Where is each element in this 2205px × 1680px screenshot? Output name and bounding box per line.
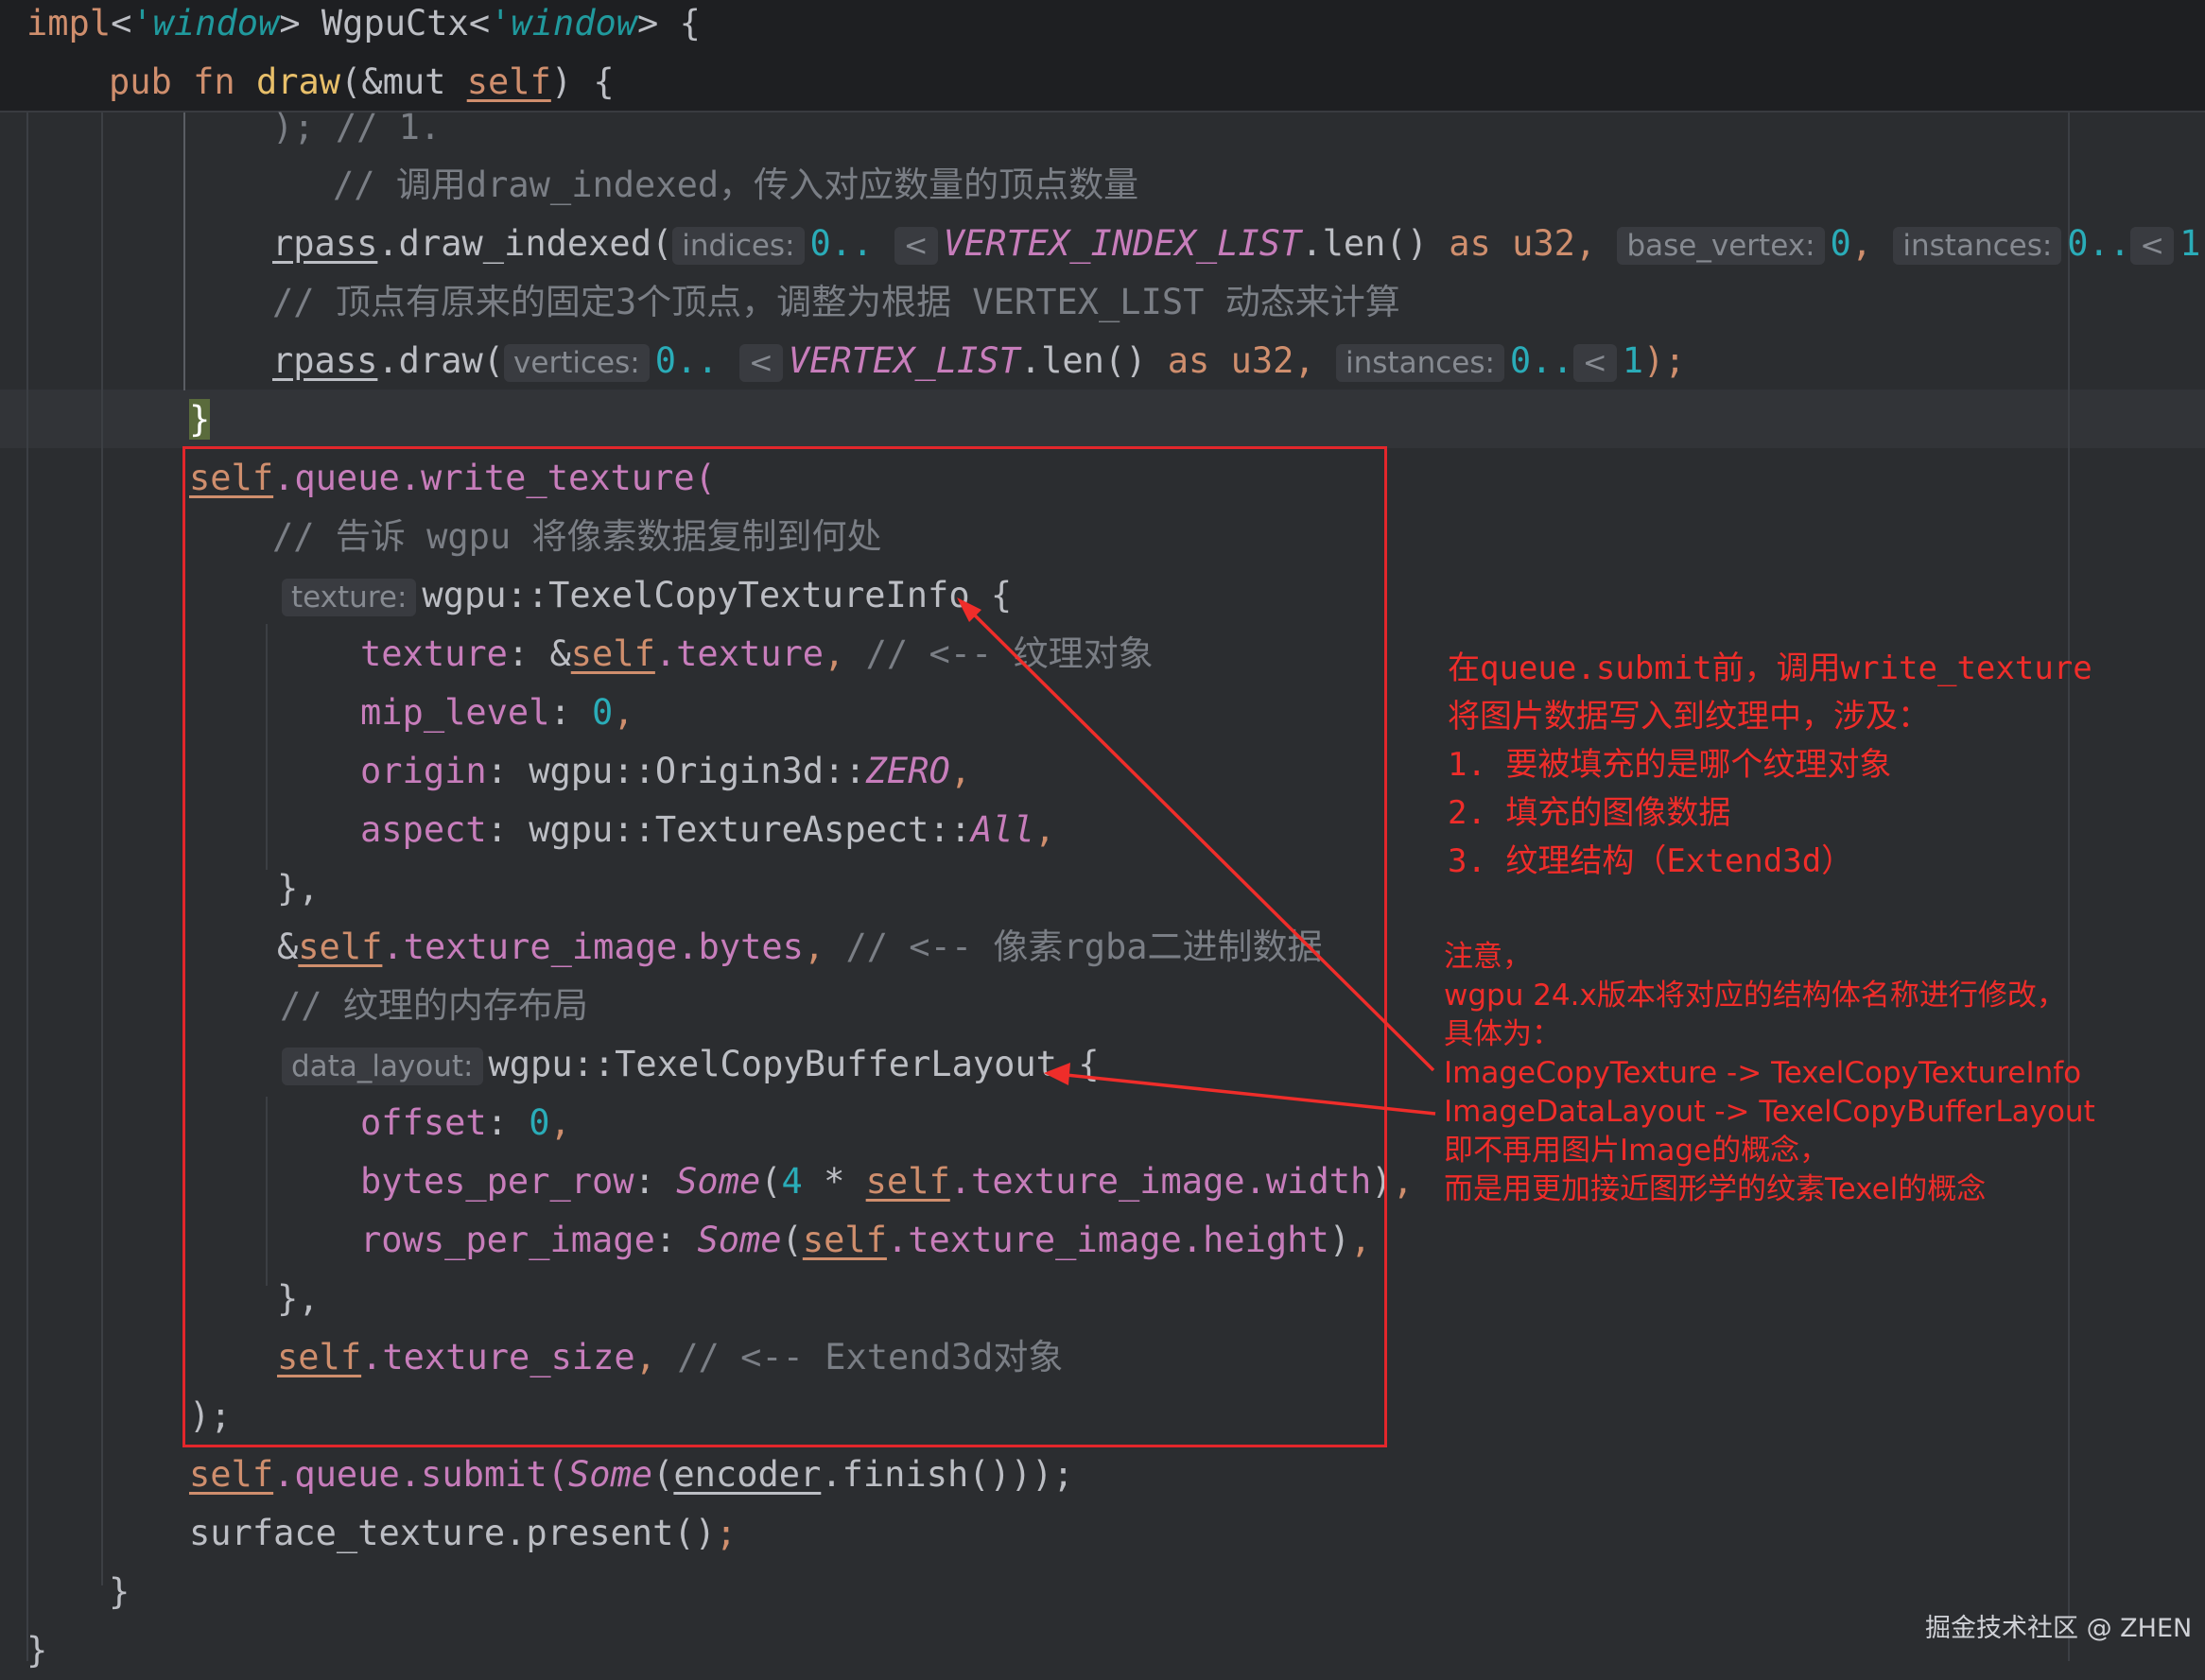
watermark: 掘金技术社区 @ ZHEN <box>1925 1614 2193 1643</box>
annotation-note-write-texture: 在queue.submit前，调用write_texture 将图片数据写入到纹… <box>1448 649 2092 880</box>
annotation-note-renaming: 注意， wgpu 24.x版本将对应的结构体名称进行修改， 具体为： Image… <box>1444 940 2095 1206</box>
arrow-to-buffer-layout <box>1056 1072 1436 1116</box>
arrowhead-icon <box>1044 1063 1070 1085</box>
arrow-to-texture-info <box>963 603 1435 1072</box>
